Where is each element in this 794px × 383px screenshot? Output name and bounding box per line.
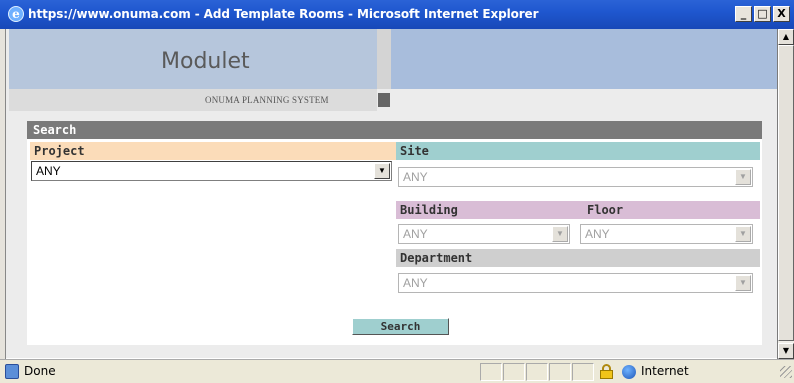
site-select[interactable]: ANY ▼ — [398, 167, 753, 187]
search-button[interactable]: Search — [352, 318, 449, 335]
window-controls: _ □ X — [733, 6, 790, 22]
status-bar: Done Internet — [0, 359, 794, 383]
resize-grip-icon[interactable] — [780, 366, 792, 378]
department-select-value: ANY — [403, 276, 428, 290]
project-label: Project — [30, 142, 396, 160]
building-select-value: ANY — [403, 227, 428, 241]
page-icon — [5, 364, 19, 379]
chevron-down-icon[interactable]: ▼ — [735, 275, 751, 291]
status-text: Done — [24, 364, 56, 378]
department-select[interactable]: ANY ▼ — [398, 273, 753, 293]
floor-select[interactable]: ANY ▼ — [580, 224, 753, 244]
scroll-up-icon[interactable]: ▲ — [778, 29, 794, 45]
header-subtitle-bar: ONUMA PLANNING SYSTEM — [9, 89, 377, 111]
status-pane — [549, 363, 571, 381]
status-pane — [480, 363, 502, 381]
site-select-value: ANY — [403, 170, 428, 184]
chevron-down-icon[interactable]: ▼ — [374, 163, 390, 179]
app-name: Modulet — [161, 49, 250, 74]
floor-select-value: ANY — [585, 227, 610, 241]
chevron-down-icon[interactable]: ▼ — [735, 169, 751, 185]
maximize-button[interactable]: □ — [754, 6, 771, 22]
status-pane — [526, 363, 548, 381]
window-title-bar[interactable]: e https://www.onuma.com - Add Template R… — [0, 0, 794, 29]
header-marker — [378, 93, 390, 107]
search-heading: Search — [27, 121, 762, 139]
building-label: Building — [396, 201, 760, 219]
header-banner: Modulet — [9, 29, 377, 89]
site-label: Site — [396, 142, 760, 160]
close-button[interactable]: X — [773, 6, 790, 22]
building-select[interactable]: ANY ▼ — [398, 224, 570, 244]
minimize-button[interactable]: _ — [735, 6, 752, 22]
page-content: Modulet ONUMA PLANNING SYSTEM Search Pro… — [6, 29, 777, 358]
lock-icon[interactable] — [600, 364, 613, 379]
app-subtitle: ONUMA PLANNING SYSTEM — [205, 95, 329, 105]
window-title: https://www.onuma.com - Add Template Roo… — [28, 7, 539, 21]
scrollbar-thumb[interactable] — [778, 45, 794, 341]
project-select[interactable]: ANY ▼ — [31, 161, 392, 181]
search-panel: Search Project ANY ▼ Site ANY ▼ Building… — [27, 121, 762, 345]
ie-icon[interactable]: e — [8, 6, 24, 22]
security-zone: Internet — [641, 364, 689, 378]
header-banner-right — [391, 29, 777, 89]
status-pane — [503, 363, 525, 381]
chevron-down-icon[interactable]: ▼ — [735, 226, 751, 242]
chevron-down-icon[interactable]: ▼ — [552, 226, 568, 242]
vertical-scrollbar[interactable]: ▲ ▼ — [778, 29, 794, 359]
status-pane — [572, 363, 594, 381]
project-select-value: ANY — [36, 164, 61, 178]
header-subtitle-right — [391, 89, 777, 111]
scroll-down-icon[interactable]: ▼ — [778, 343, 794, 359]
department-label: Department — [396, 249, 760, 267]
header-divider — [377, 29, 391, 89]
floor-label: Floor — [587, 203, 624, 217]
globe-icon — [622, 365, 636, 379]
